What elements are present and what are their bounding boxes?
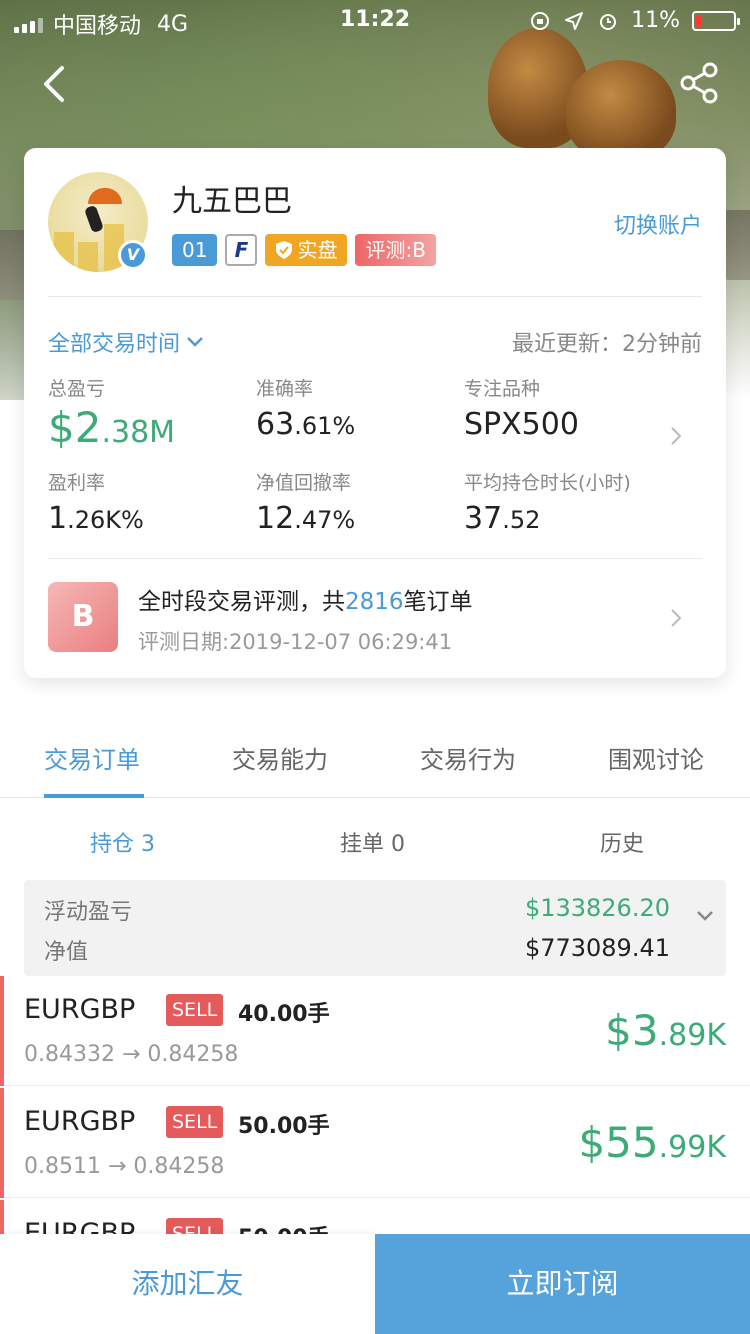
screen: 中国移动 4G 11:22 11% V 九五巴巴 01 F 实盘 评测:B 切换…	[0, 0, 750, 1334]
order-subtabs: 持仓 3 挂单 0 历史	[0, 800, 750, 880]
subtab-positions[interactable]: 持仓 3	[90, 826, 155, 858]
photo-monkey	[566, 60, 676, 160]
chevron-right-icon[interactable]	[666, 426, 686, 446]
stat-total-pnl: 总盈亏 $2.38M	[48, 374, 175, 452]
stat-value: 63.61%	[256, 407, 356, 442]
evaluation-title[interactable]: 全时段交易评测，共2816笔订单	[138, 582, 473, 616]
battery-icon	[692, 10, 740, 31]
add-friend-button[interactable]: 添加汇友	[0, 1234, 375, 1334]
grade-tag: 评测:B	[355, 234, 436, 266]
tab-orders[interactable]: 交易订单	[44, 740, 140, 775]
floating-pnl-label: 浮动盈亏	[44, 900, 133, 925]
stat-value: SPX500	[464, 407, 579, 442]
stat-value: 12.47%	[256, 501, 356, 536]
order-row[interactable]: EURGBP SELL 50.00手 0.8511 → 0.84258 $55.…	[0, 1088, 750, 1198]
order-side-badge: SELL	[166, 994, 224, 1026]
equity-label: 净值	[44, 940, 89, 965]
chevron-down-icon	[187, 337, 203, 347]
shield-check-icon	[276, 241, 293, 259]
chevron-right-icon[interactable]	[666, 608, 686, 628]
broker-logo-tag: F	[225, 234, 258, 266]
stat-profit-rate: 盈利率 1.26K%	[48, 468, 144, 536]
order-count: 2816	[345, 589, 404, 615]
order-prices: 0.8511 → 0.84258	[24, 1154, 225, 1179]
stat-value: $2.38M	[48, 403, 176, 452]
order-prices: 0.84332 → 0.84258	[24, 1042, 239, 1067]
time-range-label: 全部交易时间	[48, 332, 181, 357]
share-icon[interactable]	[676, 60, 722, 106]
order-lots: 40.00手	[238, 1002, 330, 1027]
divider	[48, 558, 702, 559]
active-tab-indicator	[44, 794, 144, 798]
order-side-badge: SELL	[166, 1106, 224, 1138]
position-summary[interactable]: 浮动盈亏 $133826.20 净值 $773089.41	[24, 880, 726, 976]
stat-label: 专注品种	[464, 378, 541, 400]
order-row[interactable]: EURGBP SELL 40.00手 0.84332 → 0.84258 $3.…	[0, 976, 750, 1086]
time-range-dropdown[interactable]: 全部交易时间	[48, 326, 204, 358]
order-pnl: $55.99K	[578, 1118, 726, 1167]
last-updated: 最近更新：2分钟前	[512, 332, 702, 357]
sell-indicator	[0, 1088, 4, 1198]
stat-value: 37.52	[464, 501, 541, 536]
stat-label: 总盈亏	[48, 378, 106, 400]
tag-row: 01 F 实盘 评测:B	[172, 234, 436, 266]
back-icon[interactable]	[36, 64, 76, 104]
divider	[48, 296, 702, 297]
switch-account-link[interactable]: 切换账户	[614, 208, 702, 240]
alarm-icon	[600, 13, 617, 30]
live-account-label: 实盘	[297, 238, 338, 262]
subtab-pending[interactable]: 挂单 0	[340, 826, 405, 858]
stat-accuracy: 准确率 63.61%	[256, 374, 355, 442]
order-symbol: EURGBP	[24, 1106, 136, 1137]
trader-name: 九五巴巴	[172, 184, 292, 219]
stat-drawdown: 净值回撤率 12.47%	[256, 468, 355, 536]
stat-label: 净值回撤率	[256, 472, 352, 494]
level-tag: 01	[172, 234, 218, 266]
stat-value: 1.26K%	[48, 501, 144, 536]
stat-label: 盈利率	[48, 472, 106, 494]
tab-discussion[interactable]: 围观讨论	[608, 740, 704, 775]
trader-profile-card: V 九五巴巴 01 F 实盘 评测:B 切换账户 全部交易时间 最近更新：2分钟…	[24, 148, 726, 678]
subtab-history[interactable]: 历史	[600, 826, 644, 858]
status-bar: 中国移动 4G 11:22 11%	[0, 0, 750, 40]
floating-pnl-value: $133826.20	[524, 894, 670, 922]
equity-value: $773089.41	[524, 934, 670, 962]
tab-ability[interactable]: 交易能力	[232, 740, 328, 775]
evaluation-grade-icon: B	[48, 582, 118, 652]
battery-percent: 11%	[631, 8, 680, 33]
evaluation-date: 评测日期:2019-12-07 06:29:41	[138, 630, 453, 654]
verified-icon: V	[118, 240, 148, 270]
stat-label: 平均持仓时长(小时)	[464, 472, 631, 494]
order-pnl: $3.89K	[605, 1006, 726, 1055]
order-lots: 50.00手	[238, 1114, 330, 1139]
location-icon	[565, 11, 584, 30]
section-tabs: 交易订单 交易能力 交易行为 围观讨论	[0, 720, 750, 798]
chevron-down-icon[interactable]	[696, 910, 714, 922]
rotation-lock-icon	[531, 11, 550, 30]
bottom-action-bar: 添加汇友 立即订阅	[0, 1234, 750, 1334]
subscribe-button[interactable]: 立即订阅	[375, 1234, 750, 1334]
live-account-tag: 实盘	[265, 234, 348, 266]
stat-label: 准确率	[256, 378, 314, 400]
sell-indicator	[0, 976, 4, 1086]
order-symbol: EURGBP	[24, 994, 136, 1025]
stat-avg-hold: 平均持仓时长(小时) 37.52	[464, 468, 631, 536]
tab-behavior[interactable]: 交易行为	[420, 740, 516, 775]
stat-focus-symbol[interactable]: 专注品种 SPX500	[464, 374, 579, 442]
